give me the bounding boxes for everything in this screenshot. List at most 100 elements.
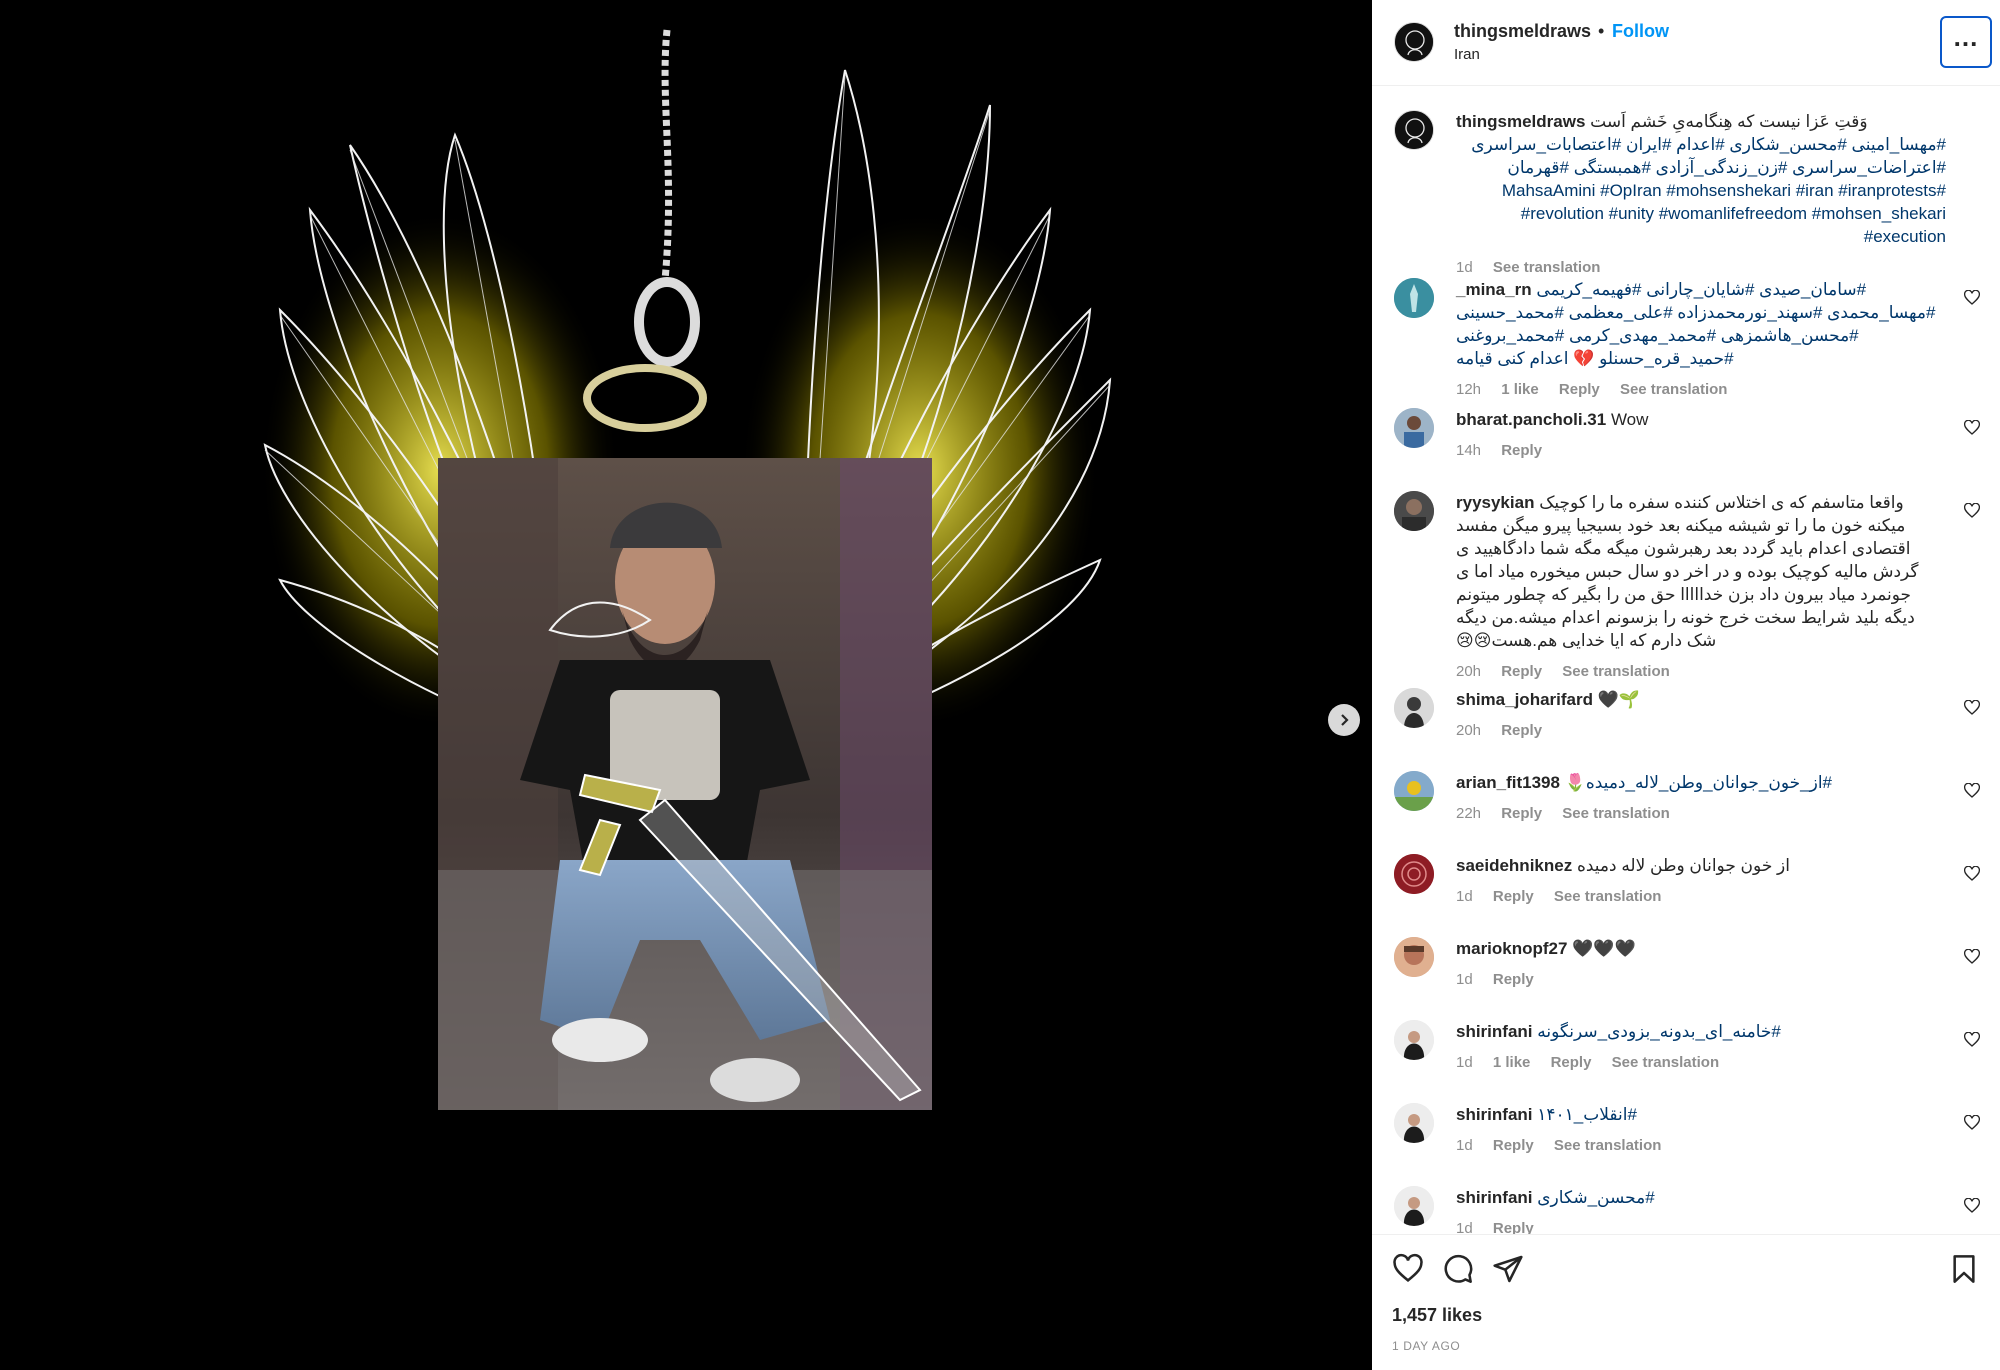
reply-button[interactable]: Reply [1493, 888, 1534, 905]
comment-text[interactable]: #خامنه_ای_بدونه_بزودی_سرنگونه [1537, 1022, 1781, 1041]
comment-body: shirinfani #محسن_شکاری 1d Reply [1456, 1186, 1946, 1234]
post-header: thingsmeldraws • Follow Iran ... [1372, 0, 2000, 86]
see-translation-button[interactable]: See translation [1554, 888, 1662, 905]
share-icon[interactable] [1492, 1253, 1524, 1285]
commenter-username[interactable]: shirinfani [1456, 1105, 1533, 1124]
post-actions: 1,457 likes 1 DAY AGO [1372, 1234, 2000, 1370]
comment-likes[interactable]: 1 like [1493, 1054, 1531, 1071]
comment-like-heart-icon[interactable] [1964, 420, 1980, 436]
comment-like-heart-icon[interactable] [1964, 290, 1980, 306]
comment-text[interactable]: #محسن_شکاری [1537, 1188, 1654, 1207]
post-media [0, 0, 1372, 1370]
chevron-right-icon [1341, 714, 1349, 726]
comment-icon[interactable] [1442, 1253, 1474, 1285]
commenter-avatar[interactable] [1394, 1103, 1434, 1143]
comment-text[interactable]: #انقلاب_۱۴۰۱ [1537, 1105, 1637, 1124]
comment-time[interactable]: 20h [1456, 663, 1481, 680]
comment-like-heart-icon[interactable] [1964, 700, 1980, 716]
comment-meta: 1d Reply [1456, 968, 1946, 991]
comment-likes[interactable]: 1 like [1501, 381, 1539, 398]
comment-like-heart-icon[interactable] [1964, 1198, 1980, 1214]
comment-body: shirinfani #خامنه_ای_بدونه_بزودی_سرنگونه… [1456, 1020, 1946, 1074]
comment-body: shima_joharifard 🖤🌱 20h Reply [1456, 688, 1946, 742]
comment-text: 🖤🖤🖤 [1572, 939, 1636, 958]
commenter-username[interactable]: shirinfani [1456, 1188, 1533, 1207]
reply-button[interactable]: Reply [1501, 663, 1542, 680]
comment-time[interactable]: 1d [1456, 971, 1473, 988]
comment-body: saeidehniknez از خون جوانان وطن لاله دمی… [1456, 854, 1946, 908]
comment-time[interactable]: 1d [1456, 1137, 1473, 1154]
reply-button[interactable]: Reply [1493, 1137, 1534, 1154]
commenter-username[interactable]: bharat.pancholi.31 [1456, 410, 1606, 429]
caption-avatar[interactable] [1394, 110, 1434, 150]
comment-meta: 1d 1 like Reply See translation [1456, 1051, 1946, 1074]
see-translation-button[interactable]: See translation [1562, 663, 1670, 680]
see-translation-button[interactable]: See translation [1554, 1137, 1662, 1154]
caption-time[interactable]: 1d [1456, 259, 1473, 276]
owner-username[interactable]: thingsmeldraws [1454, 21, 1591, 42]
commenter-username[interactable]: marioknopf27 [1456, 939, 1567, 958]
comment-like-heart-icon[interactable] [1964, 503, 1980, 519]
see-translation-button[interactable]: See translation [1562, 805, 1670, 822]
commenter-username[interactable]: _mina_rn [1456, 280, 1532, 299]
post-age[interactable]: 1 DAY AGO [1392, 1339, 1460, 1353]
comment-time[interactable]: 14h [1456, 442, 1481, 459]
comment-time[interactable]: 12h [1456, 381, 1481, 398]
owner-avatar[interactable] [1394, 22, 1434, 62]
comment-like-heart-icon[interactable] [1964, 1115, 1980, 1131]
bookmark-icon[interactable] [1948, 1253, 1980, 1285]
comment-like-heart-icon[interactable] [1964, 1032, 1980, 1048]
caption-see-translation[interactable]: See translation [1493, 259, 1601, 276]
commenter-avatar[interactable] [1394, 278, 1434, 318]
see-translation-button[interactable]: See translation [1612, 1054, 1720, 1071]
commenter-username[interactable]: shirinfani [1456, 1022, 1533, 1041]
follow-button[interactable]: Follow [1612, 21, 1669, 42]
caption-text: وَقتِ عَزا نیست که هِنگامه‌یِ خَشم اَست [1590, 112, 1868, 131]
commenter-avatar[interactable] [1394, 491, 1434, 531]
caption-hashtags[interactable]: #مهسا_امینی #محسن_شکاری #اعدام #ایران #ا… [1456, 133, 1946, 248]
comment-body: arian_fit1398 #از_خون_جوانان_وطن_لاله_دم… [1456, 771, 1946, 825]
next-slide-button[interactable] [1328, 704, 1360, 736]
post-location[interactable]: Iran [1454, 46, 1480, 63]
reply-button[interactable]: Reply [1559, 381, 1600, 398]
commenter-avatar[interactable] [1394, 1020, 1434, 1060]
commenter-username[interactable]: ryysykian [1456, 493, 1534, 512]
comment-like-heart-icon[interactable] [1964, 949, 1980, 965]
more-options-button[interactable]: ... [1940, 16, 1992, 68]
commenter-username[interactable]: arian_fit1398 [1456, 773, 1560, 792]
heart-icon[interactable] [1392, 1253, 1424, 1285]
comment-meta: 12h 1 like Reply See translation [1456, 378, 1946, 401]
commenter-username[interactable]: shima_joharifard [1456, 690, 1593, 709]
comment-like-heart-icon[interactable] [1964, 866, 1980, 882]
post-side-panel: thingsmeldraws • Follow Iran ... thingsm… [1372, 0, 2000, 1370]
comment-text[interactable]: #از_خون_جوانان_وطن_لاله_دمیده🌷 [1565, 773, 1832, 792]
comment-body: _mina_rn #سامان_صیدی #شایان_چارانی #فهیم… [1456, 278, 1946, 401]
comments-list[interactable]: thingsmeldraws وَقتِ عَزا نیست که هِنگام… [1372, 86, 2000, 1234]
likes-count[interactable]: 1,457 likes [1392, 1305, 1482, 1326]
comment-time[interactable]: 1d [1456, 1054, 1473, 1071]
comment-time[interactable]: 1d [1456, 888, 1473, 905]
commenter-avatar[interactable] [1394, 1186, 1434, 1226]
comment-time[interactable]: 1d [1456, 1220, 1473, 1234]
commenter-avatar[interactable] [1394, 771, 1434, 811]
commenter-username[interactable]: saeidehniknez [1456, 856, 1572, 875]
comment-like-heart-icon[interactable] [1964, 783, 1980, 799]
comment-body: bharat.pancholi.31 Wow 14h Reply [1456, 408, 1946, 462]
reply-button[interactable]: Reply [1501, 722, 1542, 739]
comment-meta: 1d Reply [1456, 1217, 1946, 1234]
commenter-avatar[interactable] [1394, 854, 1434, 894]
reply-button[interactable]: Reply [1493, 971, 1534, 988]
comment-body: shirinfani #انقلاب_۱۴۰۱ 1d Reply See tra… [1456, 1103, 1946, 1157]
reply-button[interactable]: Reply [1493, 1220, 1534, 1234]
commenter-avatar[interactable] [1394, 688, 1434, 728]
comment-time[interactable]: 20h [1456, 722, 1481, 739]
comment-time[interactable]: 22h [1456, 805, 1481, 822]
commenter-avatar[interactable] [1394, 937, 1434, 977]
reply-button[interactable]: Reply [1501, 805, 1542, 822]
comment-body: marioknopf27 🖤🖤🖤 1d Reply [1456, 937, 1946, 991]
caption-username[interactable]: thingsmeldraws [1456, 112, 1585, 131]
reply-button[interactable]: Reply [1551, 1054, 1592, 1071]
see-translation-button[interactable]: See translation [1620, 381, 1728, 398]
commenter-avatar[interactable] [1394, 408, 1434, 448]
reply-button[interactable]: Reply [1501, 442, 1542, 459]
